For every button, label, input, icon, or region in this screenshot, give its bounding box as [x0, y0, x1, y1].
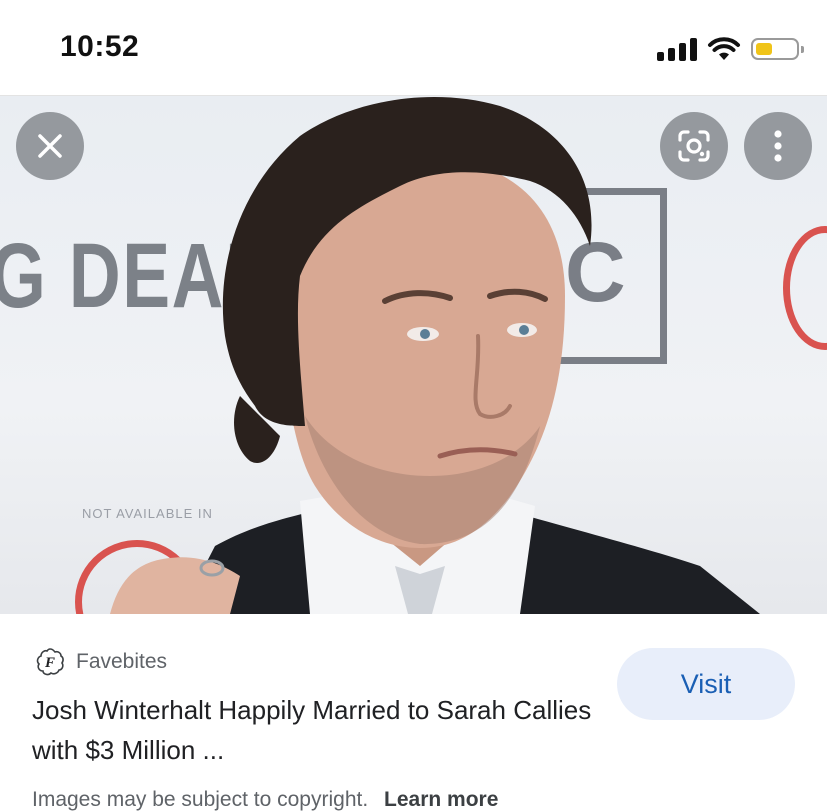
result-card: F Favebites Josh Winterhalt Happily Marr… — [0, 614, 827, 811]
result-title[interactable]: Josh Winterhalt Happily Married to Sarah… — [32, 690, 602, 770]
copyright-text: Images may be subject to copyright. — [32, 788, 369, 811]
lens-button[interactable] — [660, 112, 728, 180]
close-button[interactable] — [16, 112, 84, 180]
status-icons — [657, 36, 804, 62]
more-options-button[interactable] — [744, 112, 812, 180]
learn-more-link[interactable]: Learn more — [384, 788, 498, 811]
lens-icon — [678, 130, 710, 162]
status-time: 10:52 — [60, 30, 140, 63]
source-row[interactable]: F Favebites — [34, 646, 167, 678]
close-icon — [38, 134, 62, 158]
image-preview[interactable]: G DEAD C NOT AVAILABLE IN G DEA — [0, 96, 827, 614]
copyright-notice: Images may be subject to copyright. Lear… — [32, 788, 498, 812]
battery-icon — [751, 38, 804, 60]
wifi-icon — [708, 37, 740, 60]
status-bar: 10:52 — [0, 0, 827, 96]
visit-button[interactable]: Visit — [617, 648, 795, 720]
cellular-signal-icon — [657, 37, 697, 61]
more-vertical-icon — [774, 130, 782, 162]
favebites-logo-icon: F — [36, 648, 64, 676]
source-name: Favebites — [76, 650, 168, 673]
favebites-logo-letter: F — [44, 655, 55, 671]
